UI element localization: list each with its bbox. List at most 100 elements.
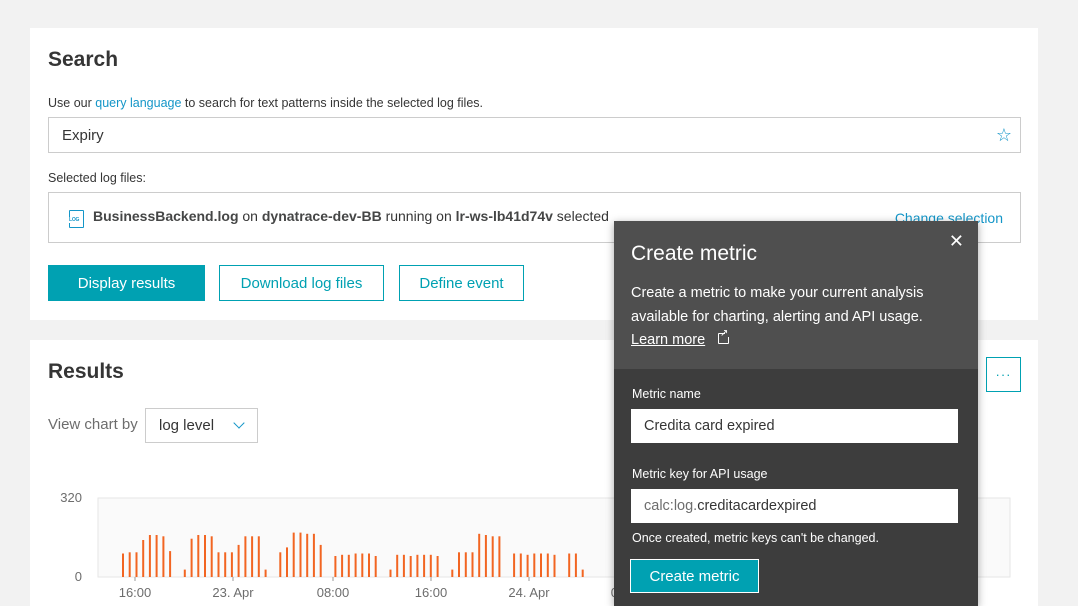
bar [286, 547, 288, 577]
bar [409, 556, 412, 577]
search-field[interactable]: ☆ [48, 117, 1021, 153]
bar [230, 552, 233, 577]
bar [574, 553, 577, 577]
metric-key-label: Metric key for API usage [632, 467, 768, 481]
search-hint-prefix: Use our [48, 96, 96, 110]
bar [389, 569, 392, 577]
bar [306, 533, 309, 577]
bar [312, 533, 315, 577]
metric-key-hint: Once created, metric keys can't be chang… [632, 531, 879, 545]
bar [513, 553, 516, 577]
bar [471, 552, 474, 577]
bar [464, 552, 467, 577]
bar [374, 556, 377, 577]
more-options-button[interactable]: ··· [986, 357, 1021, 392]
search-input[interactable] [49, 118, 1020, 152]
bar [540, 553, 542, 577]
x-tick-label: 08:00 [317, 585, 350, 600]
file-name: BusinessBackend.log [93, 208, 239, 224]
bar [251, 536, 254, 577]
create-metric-button[interactable]: Create metric [630, 559, 759, 593]
x-tick-label: 23. Apr [212, 585, 254, 600]
x-tick-label: 16:00 [119, 585, 152, 600]
results-title: Results [48, 360, 124, 383]
dialog-description: Create a metric to make your current ana… [631, 285, 924, 325]
bar [458, 552, 460, 577]
search-hint: Use our query language to search for tex… [48, 96, 483, 110]
chart-by-value: log level [159, 417, 215, 434]
bar [334, 556, 337, 577]
bar [169, 551, 172, 577]
star-icon[interactable]: ☆ [996, 125, 1012, 146]
y-tick-label: 320 [60, 490, 82, 505]
bar [546, 553, 549, 577]
view-chart-by-label: View chart by [48, 416, 138, 433]
x-tick-label: 24. Apr [508, 585, 550, 600]
bar [526, 554, 529, 577]
bar [155, 535, 158, 577]
bar [429, 554, 432, 577]
metric-key-input[interactable]: calc:log. creditacardexpired [631, 489, 958, 523]
bar [533, 553, 536, 577]
bar [498, 536, 501, 577]
search-hint-suffix: to search for text patterns inside the s… [181, 96, 483, 110]
bar [197, 535, 200, 577]
host-name: dynatrace-dev-BB [261, 208, 382, 224]
external-link-icon[interactable] [718, 328, 731, 344]
on-text: on [238, 208, 262, 224]
bar [581, 569, 584, 577]
learn-more-link[interactable]: Learn more [631, 332, 705, 348]
bar [368, 553, 370, 577]
bar [122, 553, 124, 577]
selected-text: selected [552, 208, 609, 224]
bar [402, 554, 405, 577]
y-tick-label: 0 [75, 569, 82, 584]
dialog-title: Create metric [631, 242, 758, 265]
bar [190, 538, 193, 577]
bar [183, 569, 186, 577]
bar [244, 536, 247, 577]
bar [354, 553, 357, 577]
bar [396, 554, 399, 577]
selected-file-description: BusinessBackend.log on dynatrace-dev-BB … [93, 208, 609, 224]
bar [553, 554, 556, 577]
bar [478, 533, 481, 577]
search-title: Search [48, 48, 119, 71]
bar [568, 553, 571, 577]
bar [423, 554, 426, 577]
bar [436, 556, 439, 577]
bar [361, 553, 364, 577]
bar [347, 554, 350, 577]
bar [264, 569, 267, 577]
bar [142, 540, 145, 577]
bar [237, 544, 240, 577]
bar [519, 553, 522, 577]
bar [491, 536, 494, 577]
create-metric-dialog: Create metric ✕ Create a metric to make … [614, 221, 978, 606]
selected-files-label: Selected log files: [48, 171, 146, 185]
chart-by-select[interactable]: log level [145, 408, 258, 443]
bar [279, 552, 282, 577]
running-on-text: running on [381, 208, 456, 224]
bar [299, 532, 302, 577]
bar [341, 554, 344, 577]
bar [217, 552, 220, 577]
download-log-files-button[interactable]: Download log files [219, 265, 384, 301]
bar [128, 552, 131, 577]
display-results-button[interactable]: Display results [48, 265, 205, 301]
metric-key-value: creditacardexpired [697, 498, 817, 514]
bar [162, 536, 165, 577]
bar [257, 536, 260, 577]
x-tick-label: 16:00 [415, 585, 448, 600]
query-language-link[interactable]: query language [95, 96, 181, 110]
process-name: lr-ws-lb41d74v [455, 208, 553, 224]
bar [416, 554, 419, 577]
bar [292, 532, 295, 577]
bar [204, 535, 206, 577]
close-icon[interactable]: ✕ [949, 231, 964, 252]
metric-name-input[interactable]: Credita card expired [631, 409, 958, 443]
bar [224, 552, 227, 577]
define-event-button[interactable]: Define event [399, 265, 524, 301]
bar [451, 569, 454, 577]
chevron-down-icon [233, 417, 245, 429]
